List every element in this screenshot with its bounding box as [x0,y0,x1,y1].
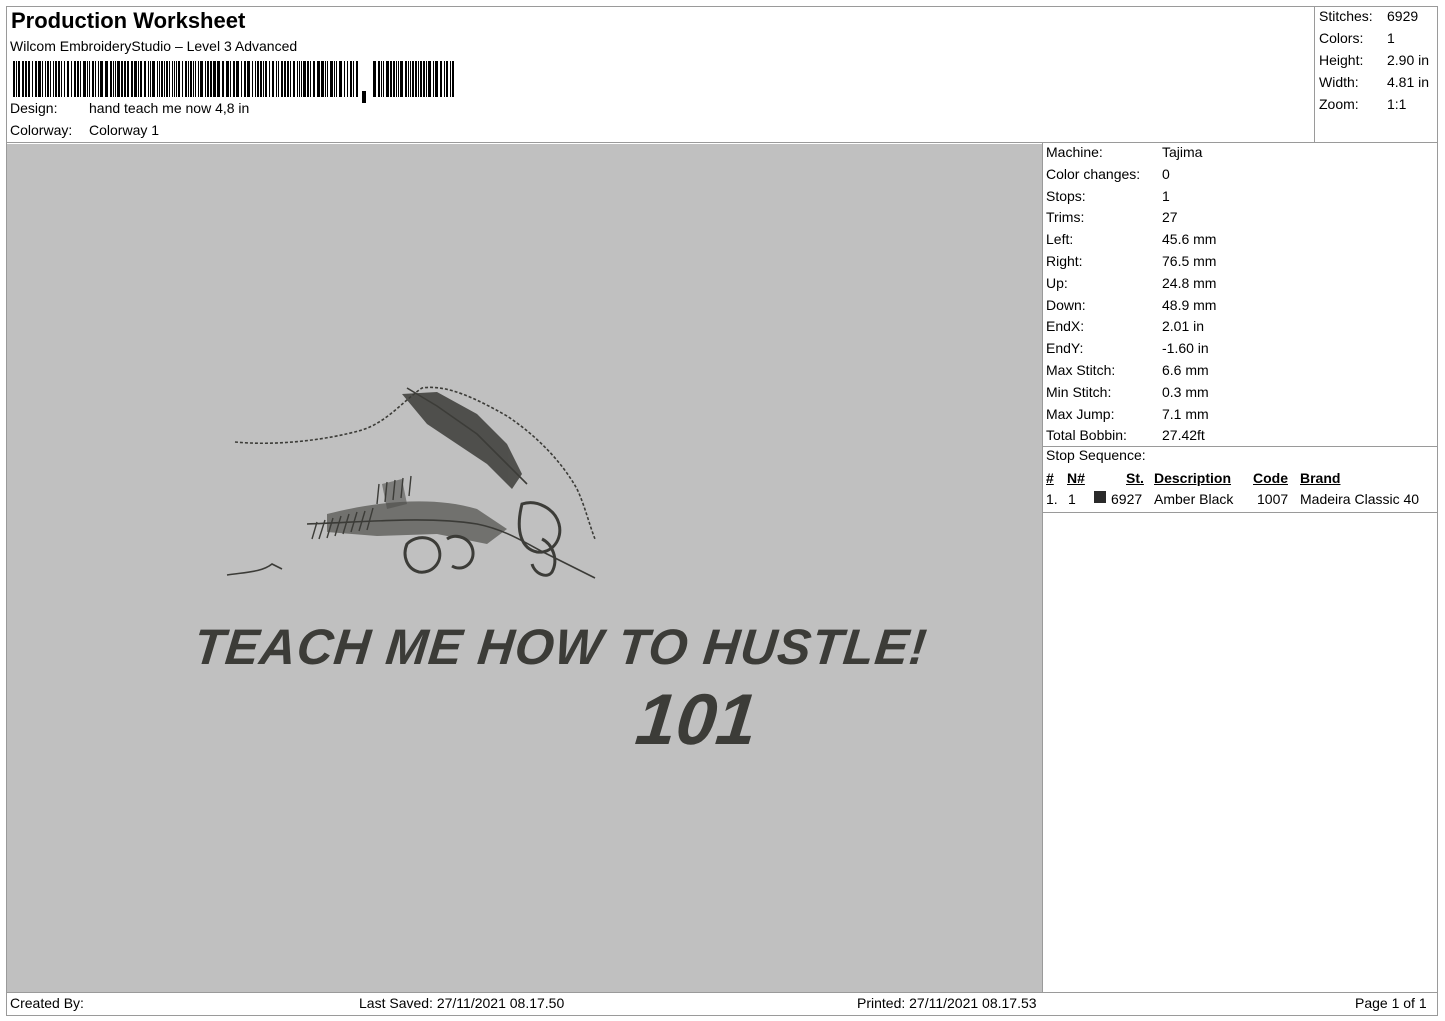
property-label: Max Stitch: [1046,361,1116,378]
stat-value: 1 [1387,30,1395,46]
col-header-st: St. [1126,470,1144,486]
stat-value: 2.90 in [1387,52,1430,68]
stop-description: Amber Black [1154,491,1234,507]
stat-row-colors: Colors: 1 [1319,28,1437,50]
property-value: 1 [1162,187,1170,204]
col-header-description: Description [1154,470,1232,486]
stat-value: 6929 [1387,8,1419,24]
property-value: Tajima [1162,144,1203,160]
property-row: Max Jump: 7.1 mm [1046,404,1436,426]
property-row: Machine: Tajima [1046,142,1436,164]
property-value: 7.1 mm [1162,405,1209,422]
property-value: 24.8 mm [1162,274,1217,291]
stop-sequence-title: Stop Sequence: [1046,447,1146,463]
canvas-divider [1042,143,1043,993]
embroidery-artwork: TEACH ME HOW TO HUSTLE! 101 [191,386,930,760]
software-subtitle: Wilcom EmbroideryStudio – Level 3 Advanc… [10,38,298,54]
thread-color-swatch [1094,491,1106,503]
property-label: Trims: [1046,209,1085,226]
property-row: Right: 76.5 mm [1046,251,1436,273]
worksheet-header: Production Worksheet Wilcom EmbroiderySt… [6,6,1314,143]
stat-value: 1:1 [1387,96,1407,112]
property-row: Left: 45.6 mm [1046,229,1436,251]
stat-label: Height: [1319,52,1364,68]
col-header-brand: Brand [1300,470,1341,486]
design-barcode [13,61,454,103]
property-row: Max Stitch: 6.6 mm [1046,360,1436,382]
property-row: EndX: 2.01 in [1046,316,1436,338]
design-row: Design: hand teach me now 4,8 in [10,100,249,116]
property-value: 48.9 mm [1162,296,1217,313]
colorway-value: Colorway 1 [89,122,160,138]
property-label: EndX: [1046,318,1085,335]
property-label: Max Jump: [1046,405,1115,422]
design-text-line2: 101 [632,680,761,760]
stop-num: 1. [1046,491,1058,507]
design-label: Design: [10,100,58,116]
property-label: Color changes: [1046,165,1141,182]
property-value: 0.3 mm [1162,383,1209,400]
stat-label: Stitches: [1319,8,1373,24]
col-header-code: Code [1253,470,1288,486]
design-preview: TEACH ME HOW TO HUSTLE! 101 [7,144,1042,992]
property-row: Total Bobbin: 27.42ft [1046,425,1436,447]
stat-row-zoom: Zoom: 1:1 [1319,94,1437,116]
property-value: 45.6 mm [1162,231,1217,248]
property-label: Right: [1046,252,1083,269]
footer-last-saved: Last Saved: 27/11/2021 08.17.50 [359,995,565,1011]
stat-label: Width: [1319,74,1359,90]
property-label: Total Bobbin: [1046,427,1127,444]
property-label: Machine: [1046,144,1103,160]
design-text-line1: TEACH ME HOW TO HUSTLE! [191,619,930,675]
footer-rule [6,992,1438,993]
property-value: 0 [1162,165,1170,182]
stop-brand: Madeira Classic 40 [1300,491,1420,507]
footer-page: Page 1 of 1 [1355,995,1427,1011]
property-label: Min Stitch: [1046,383,1112,400]
stat-label: Zoom: [1319,96,1359,112]
stop-code: 1007 [1257,491,1289,507]
stat-label: Colors: [1319,30,1364,46]
stop-stitches: 6927 [1111,491,1143,507]
property-value: 27.42ft [1162,427,1205,444]
property-label: EndY: [1046,340,1084,357]
property-row: Stops: 1 [1046,186,1436,208]
stop-n-num: 1 [1068,491,1076,507]
col-header-n-num: N# [1067,470,1085,486]
design-value: hand teach me now 4,8 in [89,100,250,116]
page-title: Production Worksheet [11,8,246,33]
stats-panel: Stitches: 6929 Colors: 1 Height: 2.90 in Wi… [1319,6,1437,116]
machine-properties: Machine: Tajima Color changes: 0 Stops: 1 Trim… [1046,142,1436,447]
stat-row-height: Height: 2.90 in [1319,50,1437,72]
property-value: 2.01 in [1162,318,1205,335]
property-row: Down: 48.9 mm [1046,295,1436,317]
header-divider [1314,6,1315,143]
footer-created-by: Created By: [10,995,84,1011]
property-label: Stops: [1046,187,1086,204]
colorway-label: Colorway: [10,122,73,138]
stat-row-width: Width: 4.81 in [1319,72,1437,94]
property-row: Color changes: 0 [1046,164,1436,186]
property-row: Min Stitch: 0.3 mm [1046,382,1436,404]
property-value: 76.5 mm [1162,252,1217,269]
footer-printed: Printed: 27/11/2021 08.17.53 [857,995,1037,1011]
property-value: -1.60 in [1162,340,1209,357]
colorway-row: Colorway: Colorway 1 [10,122,159,138]
property-row: Trims: 27 [1046,207,1436,229]
property-row: Up: 24.8 mm [1046,273,1436,295]
stat-row-stitches: Stitches: 6929 [1319,6,1437,28]
property-label: Up: [1046,274,1068,291]
property-value: 6.6 mm [1162,361,1209,378]
property-label: Down: [1046,296,1086,313]
col-header-num: # [1046,470,1054,486]
property-row: EndY: -1.60 in [1046,338,1436,360]
property-label: Left: [1046,231,1074,248]
stop-table-rule [1043,512,1438,513]
stat-value: 4.81 in [1387,74,1430,90]
hand-fill-stitches [327,392,522,544]
property-value: 27 [1162,209,1178,226]
